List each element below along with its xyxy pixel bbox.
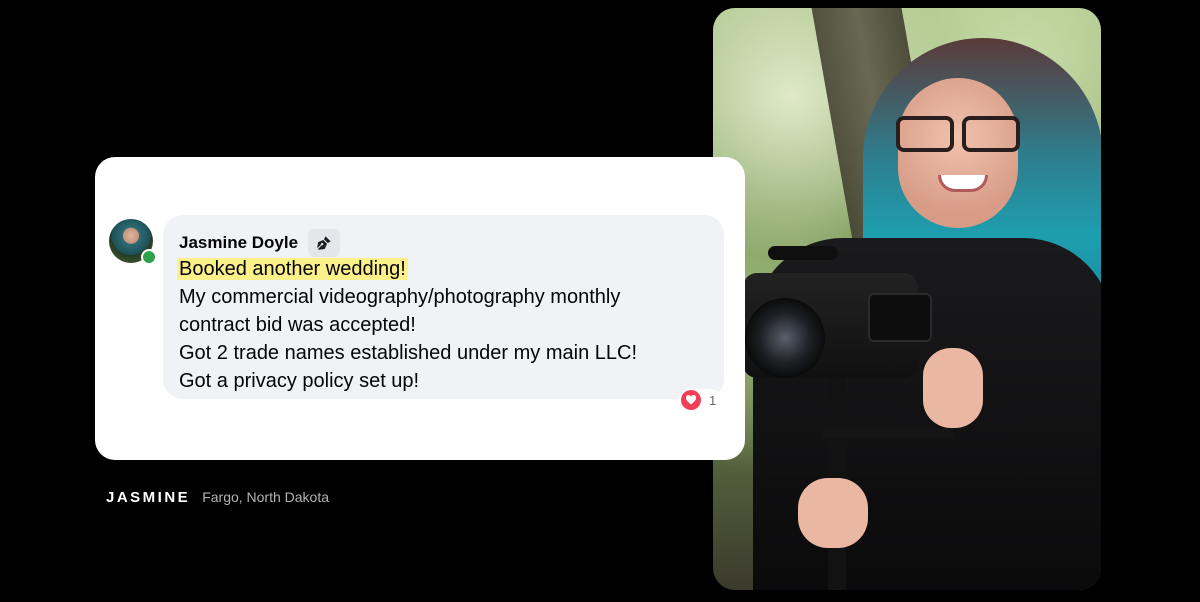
author-row: Jasmine Doyle	[179, 229, 341, 257]
pen-nib-icon	[308, 229, 341, 257]
comment-line: Got a privacy policy set up!	[179, 370, 420, 392]
online-status-dot	[141, 249, 157, 265]
comment-line: contract bid was accepted!	[179, 314, 416, 336]
reaction-summary[interactable]: 1	[679, 389, 723, 411]
comment-bubble: Jasmine Doyle Booked another wedding! My…	[163, 215, 724, 399]
portrait-photo	[713, 8, 1101, 590]
left-hand	[798, 478, 868, 548]
reaction-count: 1	[709, 392, 717, 408]
caption-location: Fargo, North Dakota	[202, 489, 330, 505]
person-face	[898, 78, 1018, 228]
highlighted-line: Booked another wedding!	[177, 258, 408, 280]
stabilizer-rig	[823, 428, 953, 438]
comment-line: Got 2 trade names established under my m…	[179, 342, 638, 364]
camera-screen	[868, 293, 932, 342]
heart-icon	[681, 390, 701, 410]
caption: JASMINE Fargo, North Dakota	[106, 489, 329, 506]
camera-lens	[745, 298, 825, 378]
author-name[interactable]: Jasmine Doyle	[179, 233, 298, 253]
right-hand	[923, 348, 983, 428]
caption-name: JASMINE	[106, 489, 191, 506]
comment-card: Jasmine Doyle Booked another wedding! My…	[95, 157, 745, 460]
comment-text: Booked another wedding! My commercial vi…	[177, 255, 638, 395]
camera-microphone	[768, 246, 838, 260]
comment-line: My commercial videography/photography mo…	[179, 286, 621, 308]
glasses	[896, 116, 1020, 152]
